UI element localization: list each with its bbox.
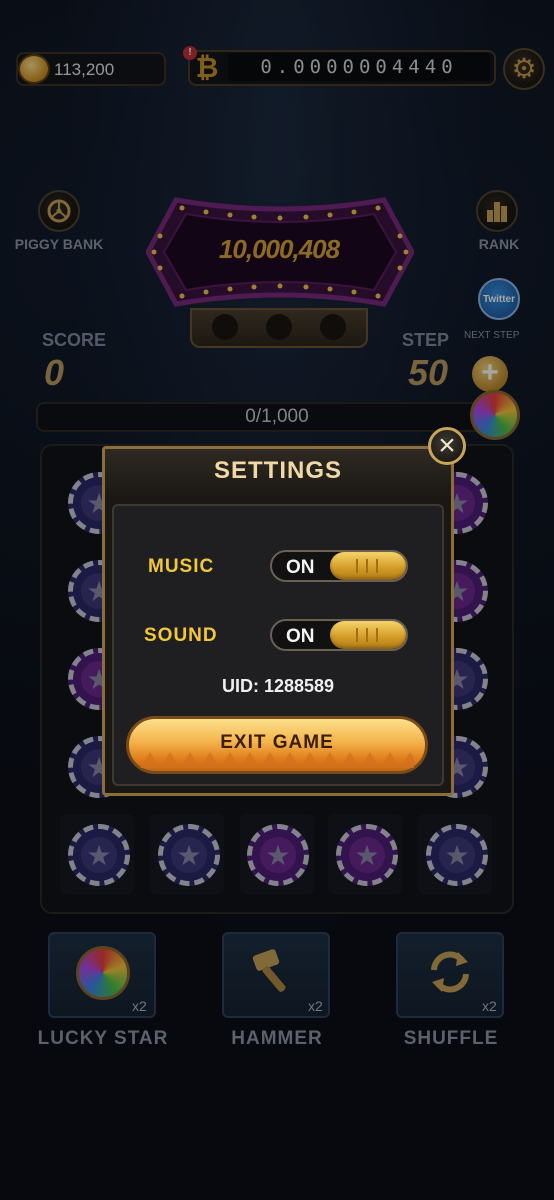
sound-label: SOUND: [144, 625, 218, 646]
toggle-grip: [366, 628, 368, 642]
sound-toggle-knob[interactable]: [330, 621, 406, 649]
music-toggle-state: ON: [286, 557, 315, 578]
sound-toggle-state: ON: [286, 626, 315, 647]
toggle-grip: [376, 559, 378, 573]
user-id: UID: 1288589: [221, 676, 335, 696]
exit-game-label: EXIT GAME: [220, 732, 334, 753]
toggle-grip: [356, 628, 358, 642]
toggle-grip: [366, 559, 368, 573]
music-label: MUSIC: [148, 556, 215, 577]
toggle-grip: [356, 559, 358, 573]
dialog-title: SETTINGS: [213, 457, 342, 484]
close-icon[interactable]: ×: [428, 427, 466, 465]
music-toggle-knob[interactable]: [330, 552, 406, 580]
toggle-grip: [376, 628, 378, 642]
